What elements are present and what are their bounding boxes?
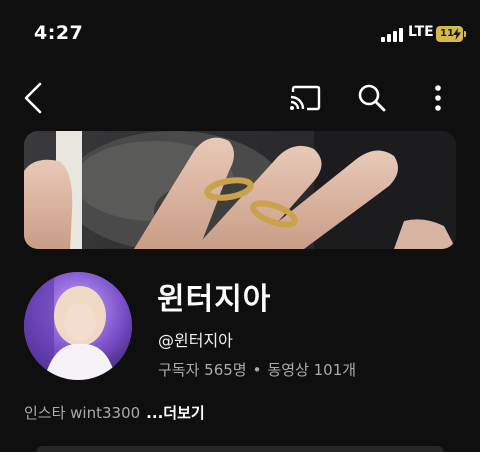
top-app-bar bbox=[0, 70, 480, 126]
description-text: 인스타 wint3300 bbox=[24, 404, 141, 422]
subscriber-count: 구독자 565명 bbox=[158, 361, 247, 379]
more-options-button[interactable] bbox=[418, 78, 458, 118]
status-bar: 4:27 LTE 11 bbox=[0, 0, 480, 62]
channel-avatar[interactable] bbox=[24, 272, 132, 380]
back-button[interactable] bbox=[14, 78, 54, 118]
back-arrow-icon bbox=[24, 82, 42, 114]
video-count: 동영상 101개 bbox=[267, 361, 357, 379]
battery-icon: 11 bbox=[436, 26, 466, 42]
channel-handle: @윈터지아 bbox=[158, 331, 233, 350]
search-button[interactable] bbox=[352, 78, 392, 118]
cast-button[interactable] bbox=[285, 78, 325, 118]
search-icon bbox=[358, 84, 386, 112]
channel-banner bbox=[24, 131, 456, 249]
banner-image bbox=[24, 131, 456, 249]
status-time: 4:27 bbox=[34, 22, 84, 44]
cast-icon bbox=[290, 85, 321, 111]
subscribe-button-partial[interactable] bbox=[36, 446, 444, 452]
stats-separator: • bbox=[252, 361, 262, 379]
channel-description[interactable]: 인스타 wint3300 ...더보기 bbox=[24, 402, 205, 423]
avatar-image bbox=[24, 272, 132, 380]
more-link[interactable]: ...더보기 bbox=[146, 404, 205, 422]
signal-icon bbox=[381, 28, 403, 42]
channel-name: 윈터지아 bbox=[157, 282, 272, 317]
charging-bolt-icon bbox=[453, 28, 461, 40]
network-type: LTE bbox=[408, 24, 434, 40]
more-vertical-icon bbox=[435, 85, 441, 111]
channel-stats: 구독자 565명 • 동영상 101개 bbox=[158, 359, 356, 380]
